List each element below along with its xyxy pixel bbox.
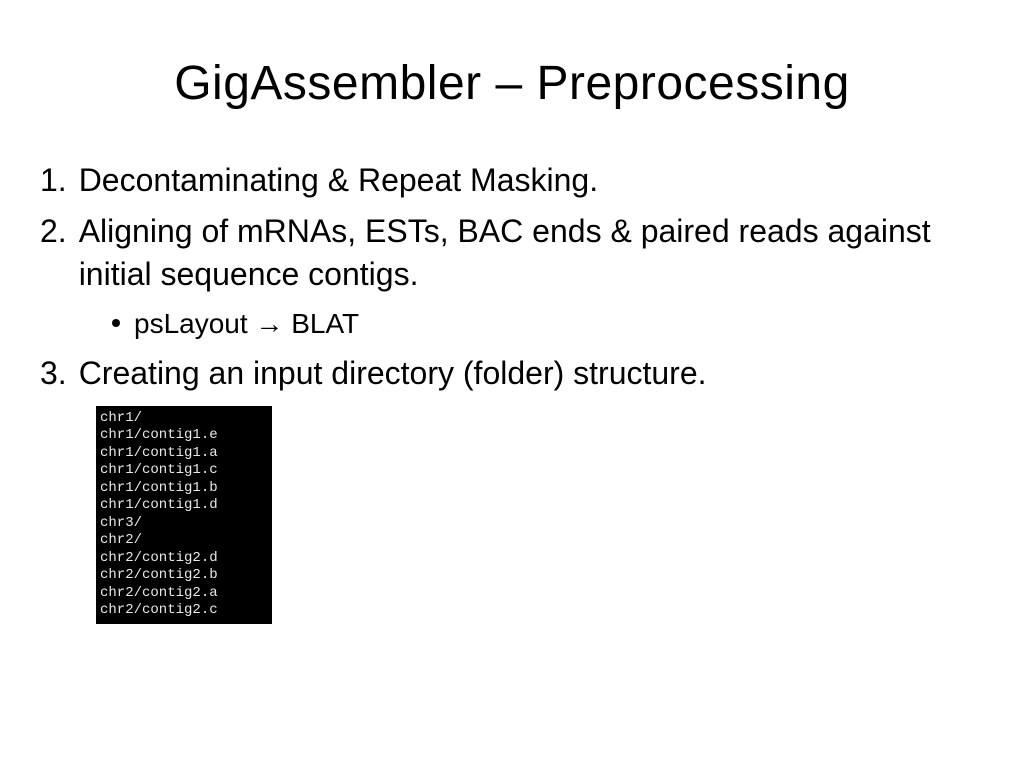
terminal-line: chr3/	[100, 515, 266, 533]
terminal-line: chr1/contig1.d	[100, 497, 266, 515]
terminal-line: chr2/contig2.c	[100, 602, 266, 620]
terminal-line: chr2/contig2.d	[100, 550, 266, 568]
slide-title: GigAssembler – Preprocessing	[40, 56, 984, 111]
sub-item: psLayout → BLAT	[112, 305, 984, 343]
outline-list: 1. Decontaminating & Repeat Masking. 2. …	[40, 159, 984, 624]
item-text: Decontaminating & Repeat Masking.	[79, 159, 984, 202]
terminal-line: chr2/contig2.b	[100, 567, 266, 585]
item-number: 1.	[40, 159, 79, 202]
terminal-line: chr1/	[100, 410, 266, 428]
item-text: Aligning of mRNAs, ESTs, BAC ends & pair…	[79, 210, 984, 296]
item-text: Creating an input directory (folder) str…	[79, 352, 984, 395]
bullet-icon	[112, 319, 120, 327]
terminal-output: chr1/ chr1/contig1.e chr1/contig1.a chr1…	[96, 406, 272, 624]
terminal-line: chr1/contig1.b	[100, 480, 266, 498]
list-item: 1. Decontaminating & Repeat Masking.	[40, 159, 984, 202]
item-number: 2.	[40, 210, 79, 296]
terminal-line: chr1/contig1.c	[100, 462, 266, 480]
terminal-line: chr2/contig2.a	[100, 585, 266, 603]
sub-item-text: psLayout → BLAT	[134, 305, 359, 343]
slide: GigAssembler – Preprocessing 1. Decontam…	[0, 0, 1024, 768]
list-item: 3. Creating an input directory (folder) …	[40, 352, 984, 395]
terminal-line: chr2/	[100, 532, 266, 550]
terminal-line: chr1/contig1.a	[100, 445, 266, 463]
terminal-line: chr1/contig1.e	[100, 427, 266, 445]
item-number: 3.	[40, 352, 79, 395]
list-item: 2. Aligning of mRNAs, ESTs, BAC ends & p…	[40, 210, 984, 296]
